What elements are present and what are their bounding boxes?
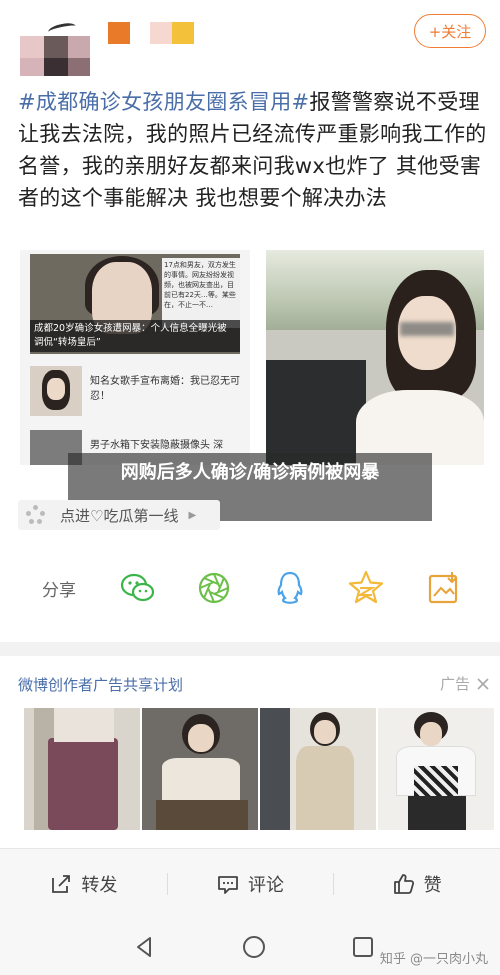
section-divider — [0, 642, 500, 656]
badge-icon — [150, 22, 172, 44]
save-image-icon[interactable] — [424, 568, 464, 608]
topic-icon — [26, 505, 46, 525]
news-caption: 成都20岁确诊女孩遭网暴：个人信息全曝光被调侃“转场皇后” — [30, 320, 240, 352]
share-row: 分享 — [0, 560, 500, 616]
qzone-icon[interactable] — [346, 568, 386, 608]
recent-apps-icon[interactable] — [350, 934, 376, 960]
post-body: #成都确诊女孩朋友圈系冒用#报警警察说不受理 让我去法院，我的照片已经流传严重影… — [18, 86, 488, 214]
ad-image[interactable] — [260, 708, 376, 830]
topic-label: 点进♡吃瓜第一线 — [60, 506, 179, 525]
home-circle-icon[interactable] — [241, 934, 267, 960]
back-triangle-icon[interactable] — [132, 934, 158, 960]
repost-icon — [52, 874, 71, 893]
qq-icon[interactable] — [270, 568, 310, 608]
ad-tag: 广告 — [440, 673, 490, 694]
blur-mask — [400, 322, 454, 336]
topic-chip[interactable]: 点进♡吃瓜第一线 ▶ — [18, 500, 220, 530]
badge-icon — [172, 22, 194, 44]
comment-icon — [218, 875, 238, 894]
chevron-right-icon: ▶ — [188, 509, 197, 521]
news-item-title: 知名女歌手宣布离婚：我已忍无可忍！ — [90, 376, 240, 402]
post-image-news-screenshot[interactable]: 17点和男友，双方发生的事情。网友纷纷发视频，也被网友查出，目前已有22天…等。… — [20, 250, 250, 465]
follow-button[interactable]: +关注 — [414, 14, 486, 48]
hashtag-link[interactable]: #成都确诊女孩朋友圈系冒用# — [18, 90, 309, 114]
like-button[interactable]: 赞 — [333, 849, 500, 918]
ad-image[interactable] — [24, 708, 140, 830]
repost-label: 转发 — [81, 874, 118, 896]
moments-icon[interactable] — [194, 568, 234, 608]
ad-image-strip[interactable] — [24, 708, 500, 830]
thumbs-up-icon — [393, 873, 414, 894]
post-image-car-selfie[interactable] — [266, 250, 484, 465]
news-snippet: 17点和男友，双方发生的事情。网友纷纷发视频，也被网友查出，目前已有22天…等。… — [162, 258, 240, 328]
comment-label: 评论 — [248, 874, 284, 896]
ad-image[interactable] — [142, 708, 258, 830]
ad-title[interactable]: 微博创作者广告共享计划 — [18, 674, 183, 695]
bird-decoration-icon — [47, 21, 77, 37]
wechat-icon[interactable] — [118, 568, 158, 608]
badge-icon — [108, 22, 130, 44]
news-item-title: 男子水箱下安装隐蔽摄像头 深 — [90, 440, 224, 451]
avatar[interactable] — [20, 14, 92, 76]
repost-button[interactable]: 转发 — [0, 849, 167, 918]
comment-button[interactable]: 评论 — [166, 849, 334, 918]
ad-label: 广告 — [439, 675, 470, 693]
watermark-credit: 知乎 @一只肉小丸 — [379, 952, 488, 967]
follow-label: +关注 — [428, 22, 472, 41]
ad-image[interactable] — [378, 708, 494, 830]
like-label: 赞 — [423, 874, 442, 896]
system-nav-bar: 知乎 @一只肉小丸 — [0, 918, 500, 975]
close-icon[interactable] — [476, 677, 490, 691]
post-header: +关注 — [0, 0, 500, 80]
news-list-item: 知名女歌手宣布离婚：我已忍无可忍！ — [30, 366, 242, 418]
bottom-action-bar: 转发 评论 赞 — [0, 848, 500, 918]
share-label: 分享 — [42, 581, 76, 601]
